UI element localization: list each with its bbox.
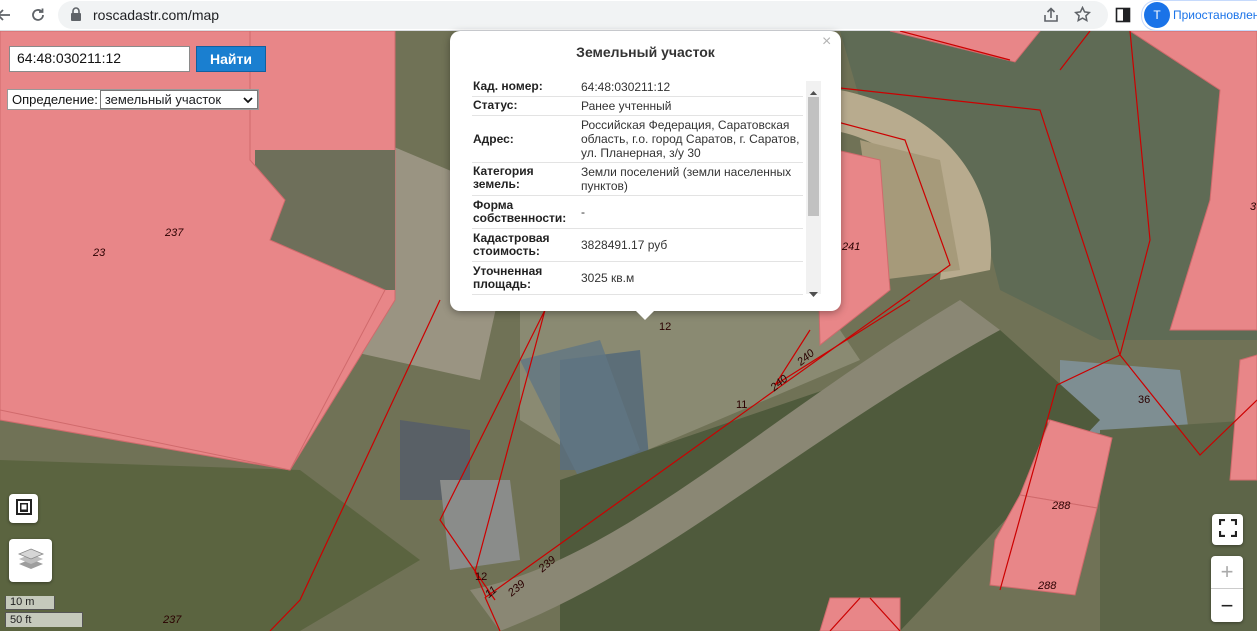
zoom-control: + − bbox=[1211, 556, 1243, 622]
parcel-label[interactable]: 12 bbox=[475, 571, 487, 583]
chevron-down-icon bbox=[243, 92, 253, 107]
table-row: Статус: Ранее учтенный bbox=[472, 97, 803, 116]
table-row: Категория земель: Земли поселений (земли… bbox=[472, 163, 803, 196]
row-label: Уточненная площадь: bbox=[473, 264, 543, 291]
zoom-in-button[interactable]: + bbox=[1211, 556, 1243, 589]
scale-bar-imperial: 50 ft bbox=[5, 612, 83, 627]
popup-title: Земельный участок bbox=[576, 44, 715, 60]
parcel-label[interactable]: 11 bbox=[736, 399, 747, 411]
parcel-label[interactable]: 237 bbox=[164, 227, 184, 239]
popup-scroll-thumb[interactable] bbox=[806, 95, 821, 218]
print-map-button[interactable] bbox=[9, 494, 38, 523]
row-label: Адрес: bbox=[473, 131, 514, 146]
row-label: Кад. номер: bbox=[473, 79, 543, 93]
parcel-label[interactable]: 288 bbox=[1037, 580, 1057, 592]
parcel-label[interactable]: 36 bbox=[1138, 394, 1150, 406]
definition-selected-value: земельный участок bbox=[104, 92, 222, 107]
row-value: 64:48:030211:12 bbox=[581, 80, 671, 94]
row-value: 3828491.17 руб bbox=[581, 238, 668, 252]
avatar[interactable]: T bbox=[1144, 2, 1170, 28]
row-label: Статус: bbox=[473, 98, 518, 112]
cadastral-number-input[interactable]: 64:48:030211:12 bbox=[9, 46, 190, 72]
row-value: Российская Федерация, Саратовская област… bbox=[581, 118, 800, 160]
parcel-label[interactable]: 241 bbox=[841, 241, 860, 253]
map-frame-icon bbox=[15, 498, 33, 519]
parcel-label[interactable]: 12 bbox=[659, 321, 671, 333]
table-row: Кад. номер: 64:48:030211:12 bbox=[472, 78, 803, 97]
popup-pointer bbox=[634, 309, 656, 320]
row-value: Земли поселений (земли населенных пункто… bbox=[581, 165, 792, 193]
scroll-down-icon[interactable] bbox=[809, 285, 818, 300]
share-icon[interactable] bbox=[1042, 7, 1060, 26]
table-row: Уточненная площадь: 3025 кв.м bbox=[472, 262, 803, 295]
lock-icon[interactable] bbox=[70, 7, 82, 25]
row-label: Кадастровая стоимость: bbox=[473, 231, 550, 258]
table-row: Кадастровая стоимость: 3828491.17 руб bbox=[472, 229, 803, 262]
parcel-info-table: Кад. номер: 64:48:030211:12 Статус: Ране… bbox=[472, 78, 803, 295]
reload-icon[interactable] bbox=[26, 3, 50, 27]
back-arrow-icon[interactable] bbox=[0, 3, 16, 27]
row-value: 3025 кв.м bbox=[581, 271, 635, 285]
browser-toolbar: roscadastr.com/map T Приостановлено bbox=[0, 0, 1257, 31]
close-icon[interactable]: × bbox=[822, 33, 831, 51]
definition-label: Определение: bbox=[12, 92, 98, 107]
definition-control: Определение: земельный участок bbox=[7, 89, 259, 110]
parcel-label[interactable]: 288 bbox=[1051, 500, 1071, 512]
address-bar[interactable]: roscadastr.com/map bbox=[58, 1, 1108, 29]
table-row: Форма собственности: - bbox=[472, 196, 803, 229]
parcel-label[interactable]: 3 bbox=[1250, 201, 1257, 213]
url-text[interactable]: roscadastr.com/map bbox=[93, 7, 219, 23]
row-value: - bbox=[581, 205, 585, 219]
table-row: Адрес: Российская Федерация, Саратовская… bbox=[472, 116, 803, 163]
scale-bar-metric: 10 m bbox=[5, 596, 55, 610]
definition-select[interactable]: земельный участок bbox=[99, 90, 258, 109]
find-button[interactable]: Найти bbox=[196, 46, 266, 72]
parcel-info-popup: Земельный участок × Кад. номер: 64:48:03… bbox=[450, 31, 841, 311]
parcel-label[interactable]: 23 bbox=[92, 247, 106, 259]
fullscreen-button[interactable] bbox=[1212, 514, 1243, 545]
layers-button[interactable] bbox=[9, 539, 52, 582]
zoom-out-button[interactable]: − bbox=[1211, 589, 1243, 622]
bookmark-star-icon[interactable] bbox=[1073, 5, 1092, 26]
parcel-label[interactable]: 237 bbox=[162, 614, 182, 626]
row-value: Ранее учтенный bbox=[581, 99, 672, 113]
side-panel-icon[interactable] bbox=[1115, 7, 1131, 26]
row-label: Категория земель: bbox=[473, 164, 534, 191]
row-label: Форма собственности: bbox=[473, 198, 567, 225]
layers-icon bbox=[17, 546, 45, 575]
profile-status-label[interactable]: Приостановлено bbox=[1173, 8, 1257, 22]
fullscreen-icon bbox=[1218, 518, 1237, 540]
